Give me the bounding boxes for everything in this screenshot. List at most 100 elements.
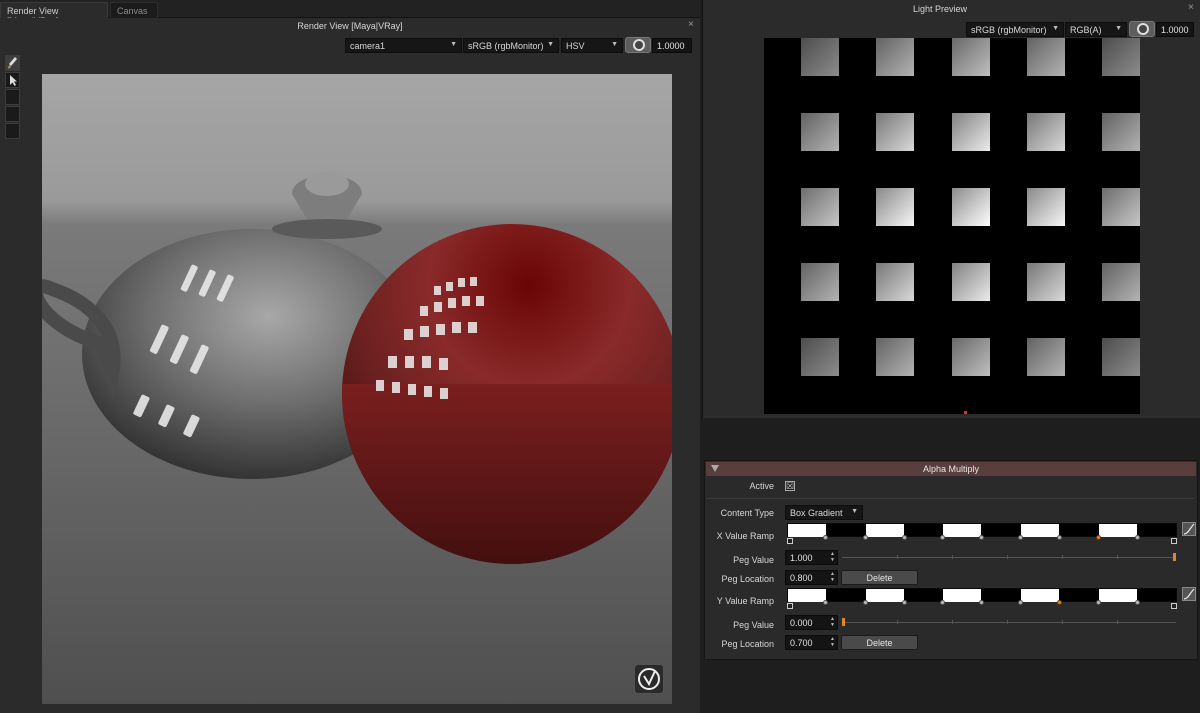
y-peg[interactable] — [1018, 600, 1023, 605]
y-ramp-start-handle[interactable] — [787, 603, 793, 609]
collapse-triangle-icon[interactable] — [711, 465, 719, 472]
channel-mode-dropdown[interactable]: HSV ▼ — [561, 38, 623, 53]
y-peg-value-field[interactable]: 0.000 ▲ ▼ — [785, 615, 838, 630]
x-ramp-start-handle[interactable] — [787, 538, 793, 544]
x-curve-button[interactable] — [1182, 522, 1196, 536]
x-delete-button[interactable]: Delete — [841, 570, 918, 585]
colorspace-value: sRGB (rgbMonitor) — [468, 41, 544, 51]
y-peg-location-field[interactable]: 0.700 ▲ ▼ — [785, 635, 838, 650]
lp-exposure-field[interactable]: 1.0000 — [1156, 22, 1194, 37]
light-square — [801, 263, 839, 301]
lp-colorspace-value: sRGB (rgbMonitor) — [971, 25, 1047, 35]
y-peg-value-slider-handle[interactable] — [842, 618, 845, 626]
y-peg-value-label: Peg Value — [733, 620, 774, 630]
x-peg[interactable] — [940, 535, 945, 540]
camera-dropdown[interactable]: camera1 ▼ — [345, 38, 462, 53]
cursor-arrow-icon — [10, 75, 17, 86]
y-peg[interactable] — [863, 600, 868, 605]
y-peg[interactable] — [940, 600, 945, 605]
x-peg-value-slider[interactable] — [842, 553, 1176, 561]
light-preview-title: Light Preview — [912, 4, 968, 14]
spin-down-icon[interactable]: ▼ — [830, 642, 835, 648]
curve-icon — [1183, 588, 1195, 600]
render-canvas[interactable] — [42, 74, 672, 704]
slider-tick — [1062, 555, 1063, 559]
y-delete-button[interactable]: Delete — [841, 635, 918, 650]
colorspace-dropdown[interactable]: sRGB (rgbMonitor) ▼ — [463, 38, 559, 53]
slider-tick — [897, 620, 898, 624]
light-square — [801, 338, 839, 376]
exposure-icon — [1137, 23, 1149, 35]
light-square — [876, 38, 914, 76]
spin-down-icon[interactable]: ▼ — [830, 622, 835, 628]
spin-down-icon[interactable]: ▼ — [830, 557, 835, 563]
x-peg[interactable] — [1018, 535, 1023, 540]
select-tool[interactable] — [5, 72, 20, 88]
tool-slot-5[interactable] — [5, 123, 20, 139]
light-square — [1027, 38, 1065, 76]
light-square — [952, 113, 990, 151]
y-peg-track — [787, 600, 1177, 606]
slider-tick — [1007, 620, 1008, 624]
y-ramp-end-handle[interactable] — [1171, 603, 1177, 609]
x-peg[interactable] — [823, 535, 828, 540]
x-peg-value: 1.000 — [790, 553, 813, 563]
lp-colorspace-dropdown[interactable]: sRGB (rgbMonitor) ▼ — [966, 22, 1064, 37]
x-peg-value-field[interactable]: 1.000 ▲ ▼ — [785, 550, 838, 565]
x-peg-track — [787, 535, 1177, 541]
light-square — [801, 38, 839, 76]
lp-exposure-toggle-button[interactable] — [1129, 21, 1155, 37]
vray-logo-icon — [638, 668, 660, 690]
chevron-down-icon: ▼ — [1115, 25, 1122, 32]
x-peg[interactable] — [979, 535, 984, 540]
y-peg[interactable] — [823, 600, 828, 605]
light-square — [1102, 113, 1140, 151]
exposure-field[interactable]: 1.0000 — [652, 38, 692, 53]
light-square — [1102, 188, 1140, 226]
chevron-down-icon: ▼ — [611, 41, 618, 48]
x-peg[interactable] — [902, 535, 907, 540]
slider-tick — [952, 555, 953, 559]
spin-down-icon[interactable]: ▼ — [830, 577, 835, 583]
x-ramp-end-handle[interactable] — [1171, 538, 1177, 544]
x-peg-selected[interactable] — [1096, 535, 1101, 540]
light-square — [876, 338, 914, 376]
exposure-toggle-button[interactable] — [625, 37, 651, 53]
y-peg[interactable] — [1135, 600, 1140, 605]
light-square — [801, 113, 839, 151]
active-checkbox[interactable]: ☒ — [785, 481, 795, 491]
close-icon[interactable]: × — [688, 19, 694, 30]
light-preview-canvas[interactable] — [764, 38, 1140, 414]
slider-tick — [1117, 555, 1118, 559]
lp-channel-value: RGB(A) — [1070, 25, 1102, 35]
alpha-multiply-panel — [704, 460, 1198, 660]
vray-logo — [634, 664, 664, 694]
y-curve-button[interactable] — [1182, 587, 1196, 601]
x-peg-value-slider-handle[interactable] — [1173, 553, 1176, 561]
paint-brush-tool[interactable] — [5, 55, 20, 71]
x-peg-location: 0.800 — [790, 573, 813, 583]
y-peg[interactable] — [1096, 600, 1101, 605]
content-type-value: Box Gradient — [790, 508, 843, 518]
y-peg-value-slider[interactable] — [842, 618, 1176, 626]
content-type-dropdown[interactable]: Box Gradient ▼ — [785, 505, 863, 520]
tool-slot-3[interactable] — [5, 89, 20, 105]
y-peg-location: 0.700 — [790, 638, 813, 648]
chevron-down-icon: ▼ — [851, 508, 858, 515]
tab-canvas[interactable]: Canvas — [110, 2, 158, 18]
y-peg[interactable] — [902, 600, 907, 605]
render-image — [42, 74, 672, 704]
y-peg-selected[interactable] — [1057, 600, 1062, 605]
x-peg[interactable] — [1135, 535, 1140, 540]
tool-slot-4[interactable] — [5, 106, 20, 122]
camera-value: camera1 — [350, 41, 386, 51]
tab-render-view[interactable]: Render View [Maya|VRay] — [0, 2, 108, 26]
alpha-multiply-header[interactable]: Alpha Multiply — [706, 462, 1196, 476]
close-icon[interactable]: × — [1188, 2, 1194, 13]
x-peg[interactable] — [863, 535, 868, 540]
light-square — [952, 338, 990, 376]
x-peg-location-field[interactable]: 0.800 ▲ ▼ — [785, 570, 838, 585]
y-peg[interactable] — [979, 600, 984, 605]
x-peg[interactable] — [1057, 535, 1062, 540]
lp-channel-dropdown[interactable]: RGB(A) ▼ — [1065, 22, 1127, 37]
